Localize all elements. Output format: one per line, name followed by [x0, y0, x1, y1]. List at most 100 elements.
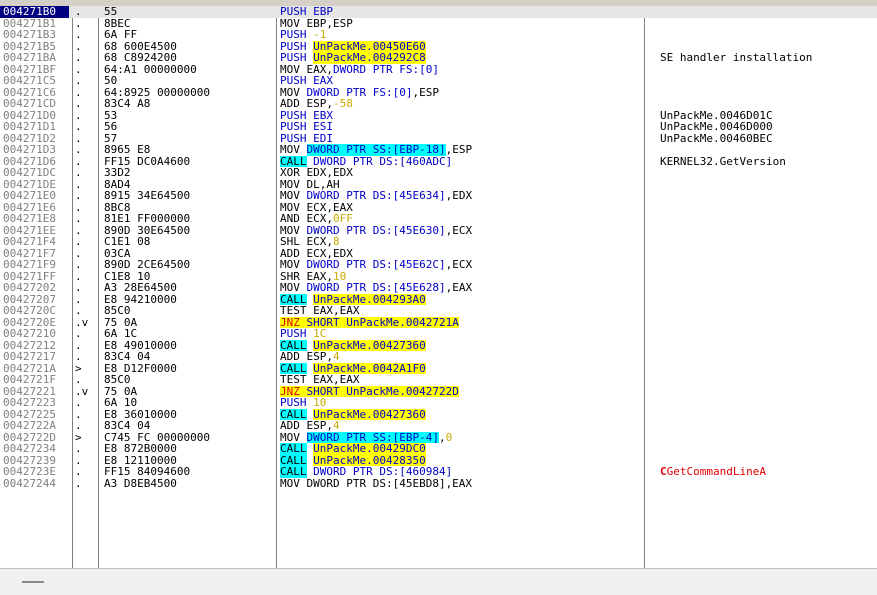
disassembly-cell: PUSH EAX — [280, 75, 642, 87]
hex-dump-cell: 8BC8 — [104, 201, 131, 213]
comment-cell: SE handler installation — [660, 52, 875, 64]
disasm-row[interactable]: 004271E6. 8BC8 MOV ECX,EAX — [0, 202, 877, 214]
asm-token: TEST EAX,EAX — [280, 374, 360, 386]
disasm-row[interactable]: 0042721F. 85C0 TEST EAX,EAX — [0, 374, 877, 386]
address-cell: 004271F4 — [3, 236, 56, 248]
hex-dump-cell: E8 36010000 — [104, 408, 177, 420]
asm-token: 4 — [332, 420, 340, 432]
asm-token: 0FF — [332, 213, 353, 225]
disasm-row[interactable]: 004271D6. FF15 DC0A4600 CALL DWORD PTR DS:… — [0, 155, 877, 167]
status-bar — [0, 568, 877, 595]
disasm-row[interactable]: 00427234. E8 872B0000 CALL UnPackMe.00429D… — [0, 443, 877, 455]
asm-token: ,ECX — [445, 224, 473, 236]
asm-token: SHORT UnPackMe.0042722D — [299, 385, 459, 397]
disasm-row[interactable]: 004271E8. 81E1 FF000000 AND ECX,0FF — [0, 213, 877, 225]
disasm-row[interactable]: 004271DC. 33D2 XOR EDX,EDX — [0, 167, 877, 179]
disasm-row[interactable]: 004271B0. 55 PUSH EBP — [0, 6, 877, 18]
asm-token: DWORD PTR DS:[45E628] — [306, 282, 446, 294]
disasm-row[interactable]: 004271BF. 64:A1 00000000 MOV EAX,DWORD PTR… — [0, 64, 877, 76]
disasm-row[interactable]: 0042721A > E8 D12F0000 CALL UnPackMe.0042A1… — [0, 362, 877, 374]
comment-cell — [660, 248, 875, 260]
flow-marker: . — [75, 270, 82, 282]
asm-token: UnPackMe.00427360 — [313, 408, 426, 420]
disasm-row[interactable]: 00427217. 83C4 04 ADD ESP,4 — [0, 351, 877, 363]
comment-cell — [660, 294, 875, 306]
disasm-row[interactable]: 004271EE. 890D 30E64500 MOV DWORD PTR DS:[… — [0, 225, 877, 237]
flow-marker: . — [75, 132, 82, 144]
comment-text: UnPackMe.00460BEC — [660, 132, 773, 144]
disasm-row[interactable]: 00427207. E8 94210000 CALL UnPackMe.004293… — [0, 293, 877, 306]
disasm-row[interactable]: 0042720C. 85C0 TEST EAX,EAX — [0, 305, 877, 317]
disassembly-pane[interactable]: 004271B0. 55 PUSH EBP 004271B1. 8BEC MOV EBP,… — [0, 6, 877, 568]
disasm-row[interactable]: 004271D2. 57 PUSH EDI UnPackMe.00460BEC — [0, 133, 877, 145]
hex-dump-cell: 03CA — [104, 247, 131, 259]
asm-token: PUSH EBX — [280, 109, 333, 121]
disasm-row[interactable]: 004271C5. 50 PUSH EAX — [0, 75, 877, 87]
disassembly-cell: PUSH UnPackMe.00450E60 — [280, 40, 642, 52]
disasm-row[interactable]: 004271B3. 6A FF PUSH -1 — [0, 29, 877, 41]
asm-token: 10 — [313, 397, 327, 409]
asm-token: DWORD PTR FS:[0] — [306, 86, 413, 98]
disasm-row[interactable]: 004271E0. 8915 34E64500 MOV DWORD PTR DS:[… — [0, 190, 877, 202]
disasm-row[interactable]: 00427239. E8 12110000 CALL UnPackMe.004283… — [0, 454, 877, 466]
disassembly-cell: AND ECX,0FF — [280, 213, 642, 225]
disasm-row[interactable]: 0042722D > C745 FC 00000000 MOV DWORD PTR S… — [0, 431, 877, 443]
hex-dump-cell: 83C4 04 — [104, 420, 151, 432]
address-cell: 00427202 — [3, 282, 56, 294]
asm-token: MOV — [280, 259, 307, 271]
disasm-row[interactable]: 004271D3. 8965 E8 MOV DWORD PTR SS:[EBP-18… — [0, 144, 877, 156]
disasm-row[interactable]: 004271F4. C1E1 08 SHL ECX,8 — [0, 236, 877, 248]
disasm-row[interactable]: 004271C6. 64:8925 00000000 MOV DWORD PTR F… — [0, 87, 877, 99]
disasm-row[interactable]: 004271B5. 68 600E4500 PUSH UnPackMe.00450E… — [0, 40, 877, 52]
disasm-row[interactable]: 00427210. 6A 1C PUSH 1C — [0, 328, 877, 340]
disasm-row[interactable]: 00427223. 6A 10 PUSH 10 — [0, 397, 877, 409]
flow-marker: . — [75, 63, 82, 75]
disasm-row[interactable]: 004271BA. 68 C8924200 PUSH UnPackMe.004292… — [0, 52, 877, 64]
hex-dump-cell: A3 28E64500 — [104, 282, 177, 294]
disasm-row[interactable]: 004271FF. C1E8 10 SHR EAX,10 — [0, 271, 877, 283]
disasm-row[interactable]: 00427212. E8 49010000 CALL UnPackMe.004273… — [0, 339, 877, 351]
disasm-row[interactable]: 00427244. A3 D8EB4500 MOV DWORD PTR DS:[45… — [0, 478, 877, 490]
disasm-row[interactable]: 00427225. E8 36010000 CALL UnPackMe.004273… — [0, 408, 877, 420]
asm-token: CALL — [280, 155, 307, 167]
disasm-row[interactable]: 00427202. A3 28E64500 MOV DWORD PTR DS:[45… — [0, 282, 877, 294]
asm-token: ,ESP — [445, 144, 473, 156]
disasm-row[interactable]: 0042722A. 83C4 04 ADD ESP,4 — [0, 420, 877, 432]
disassembly-cell: MOV EBP,ESP — [280, 18, 642, 30]
comment-cell — [660, 64, 875, 76]
address-cell: 004271F7 — [3, 247, 56, 259]
disasm-row[interactable]: 00427221 .v 75 0A JNZ SHORT UnPackMe.004272… — [0, 385, 877, 397]
asm-token: MOV — [280, 282, 307, 294]
disasm-row[interactable]: 004271D1. 56 PUSH ESI UnPackMe.0046D000 — [0, 121, 877, 133]
asm-token: -58 — [332, 98, 353, 110]
asm-token: CALL — [280, 362, 307, 374]
asm-token: ,EDX — [445, 190, 473, 202]
disasm-row[interactable]: 004271F9. 890D 2CE64500 MOV DWORD PTR DS:[… — [0, 259, 877, 271]
address-cell: 004271FF — [3, 270, 56, 282]
asm-token: CALL — [280, 339, 307, 351]
disasm-row[interactable]: 004271F7. 03CA ADD ECX,EDX — [0, 248, 877, 260]
disassembly-cell: CALL UnPackMe.0042A1F0 — [280, 362, 642, 374]
disasm-row[interactable]: 004271B1. 8BEC MOV EBP,ESP — [0, 18, 877, 30]
comment-cell — [660, 87, 875, 99]
disassembly-cell: SHR EAX,10 — [280, 271, 642, 283]
asm-token: PUSH EBP — [280, 6, 333, 18]
hex-dump-cell: 55 — [104, 6, 118, 18]
hex-dump-cell: 8BEC — [104, 17, 131, 29]
comment-cell — [660, 317, 875, 329]
address-cell: 00427223 — [3, 397, 56, 409]
disasm-row[interactable]: 004271D0. 53 PUSH EBX UnPackMe.0046D01C — [0, 110, 877, 122]
asm-token: CALL — [280, 466, 307, 478]
asm-token: -1 — [313, 29, 327, 41]
disasm-row[interactable]: 004271CD. 83C4 A8 ADD ESP,-58 — [0, 98, 877, 110]
disasm-row[interactable]: 0042723E. FF15 84094600 CALL DWORD PTR DS:… — [0, 466, 877, 478]
address-cell: 004271E8 — [3, 213, 56, 225]
comment-cell: UnPackMe.0046D01C — [660, 110, 875, 122]
asm-token: DWORD PTR SS:[EBP-4] — [306, 431, 439, 443]
disasm-row[interactable]: 0042720E .v 75 0A JNZ SHORT UnPackMe.004272… — [0, 316, 877, 329]
asm-token: MOV DWORD PTR DS:[45EBD8],EAX — [280, 477, 473, 489]
disasm-row[interactable]: 004271DE. 8AD4 MOV DL,AH — [0, 179, 877, 191]
address-cell: 00427210 — [3, 328, 56, 340]
asm-token: PUSH — [280, 40, 314, 52]
comment-cell — [660, 328, 875, 340]
